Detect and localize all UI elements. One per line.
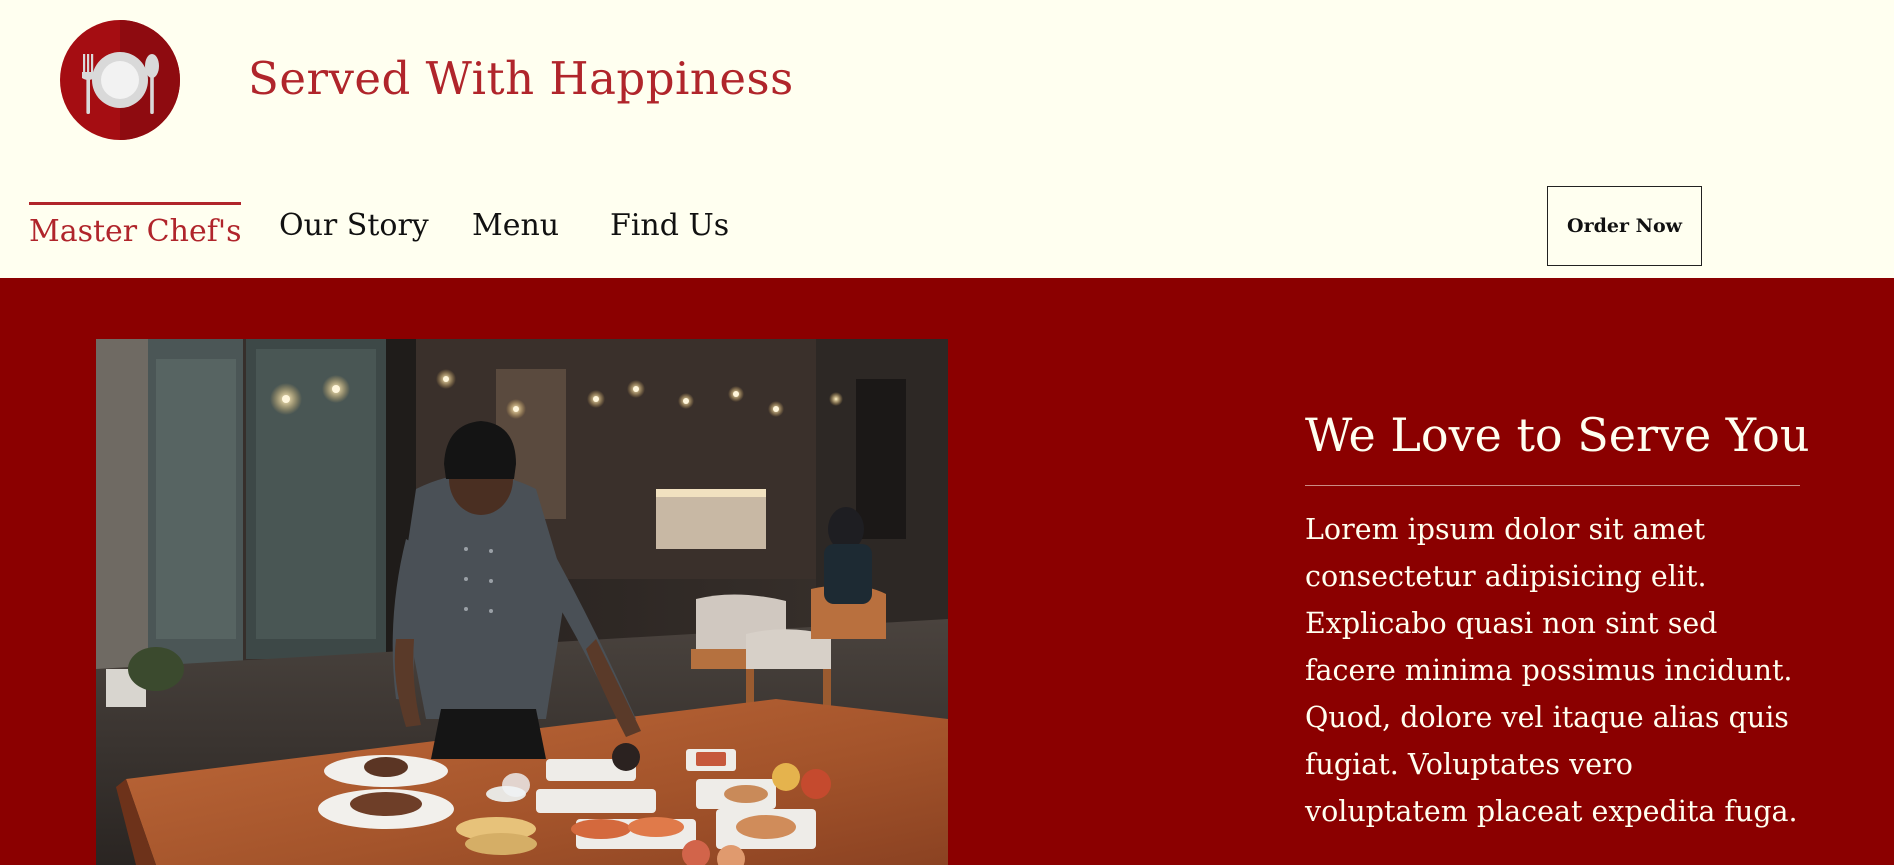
plate-fork-spoon-icon[interactable] xyxy=(60,20,180,140)
nav-item-master-chefs[interactable]: Master Chef's xyxy=(29,202,242,259)
hero-body-text: Lorem ipsum dolor sit amet consectetur a… xyxy=(1305,513,1798,829)
nav-item-find-us[interactable]: Find Us xyxy=(610,196,729,256)
hero-section: We Love to Serve You Lorem ipsum dolor s… xyxy=(0,278,1894,865)
site-header: Served With Happiness Master Chef's Our … xyxy=(0,0,1894,278)
site-title: Served With Happiness xyxy=(248,52,794,105)
nav-item-our-story[interactable]: Our Story xyxy=(279,196,429,256)
hero-text-block: We Love to Serve You Lorem ipsum dolor s… xyxy=(1305,408,1810,835)
chef-plating-dishes-photo xyxy=(96,339,948,865)
nav-item-menu[interactable]: Menu xyxy=(472,196,559,256)
order-now-button[interactable]: Order Now xyxy=(1547,186,1702,266)
hero-heading: We Love to Serve You xyxy=(1305,408,1810,487)
